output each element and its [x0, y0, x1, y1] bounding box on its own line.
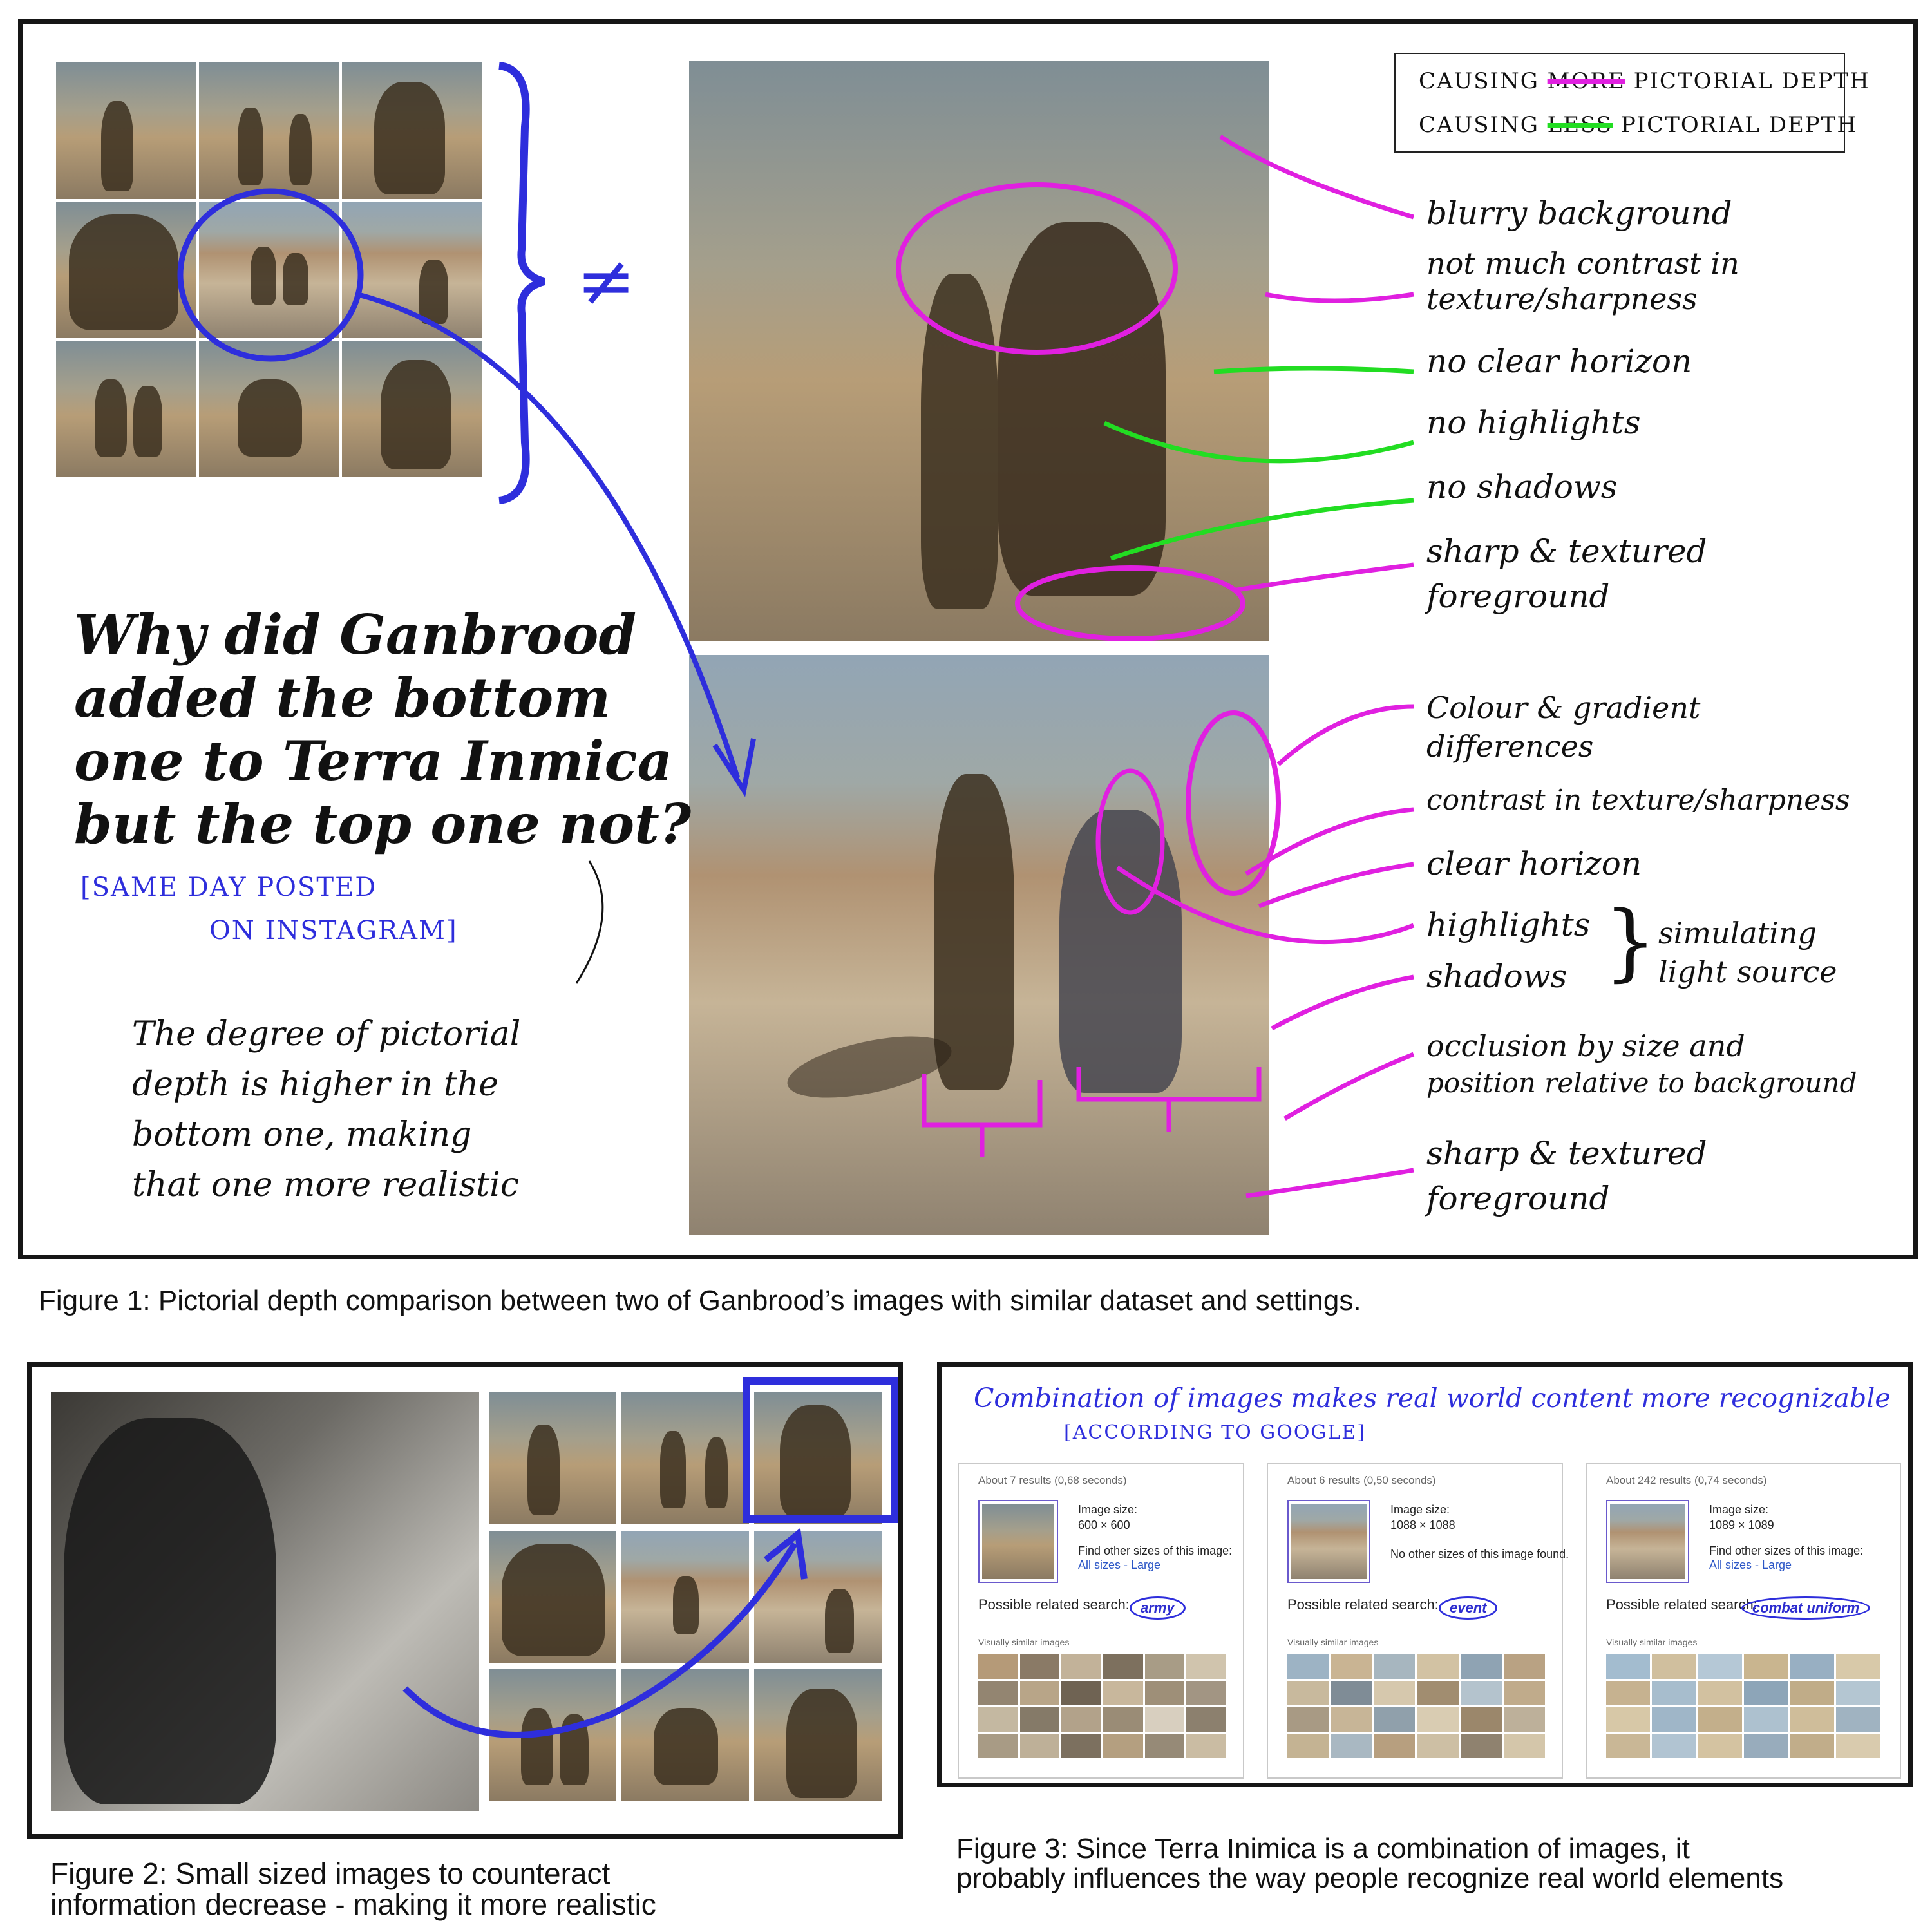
- note-highlights: highlights: [1426, 906, 1591, 943]
- related-search-term[interactable]: army: [1130, 1596, 1186, 1620]
- grid-image: [342, 62, 482, 199]
- figure3-subtitle: [ACCORDING TO GOOGLE]: [1064, 1421, 1366, 1444]
- grid-image: [754, 1669, 882, 1801]
- note-contrast-2: texture/sharpness: [1426, 281, 1698, 316]
- image-size-value: 1089 × 1089: [1709, 1519, 1774, 1531]
- figure-creature: [998, 222, 1166, 596]
- legend-more-row: CAUSING MORE PICTORIAL DEPTH: [1419, 68, 1870, 94]
- source-note-2: ON INSTAGRAM]: [209, 916, 458, 945]
- note-colour-gradient-2: differences: [1426, 729, 1594, 764]
- note-no-shadows: no shadows: [1426, 468, 1618, 506]
- source-note-1: [SAME DAY POSTED: [80, 873, 377, 902]
- note-colour-gradient-1: Colour & gradient: [1426, 690, 1701, 725]
- not-equal-sign: ≠: [576, 240, 636, 322]
- visually-similar-label[interactable]: Visually similar images: [978, 1637, 1069, 1647]
- note-light-source: light source: [1658, 954, 1837, 989]
- result-count: About 6 results (0,50 seconds): [1287, 1474, 1436, 1486]
- figure2-large-image: [51, 1392, 479, 1811]
- grid-image: [199, 341, 339, 477]
- grid-image-highlighted: [199, 202, 339, 338]
- all-sizes-link[interactable]: All sizes - Large: [1078, 1558, 1160, 1572]
- related-search-label: Possible related search:: [1606, 1596, 1757, 1613]
- note-occlusion-1: occlusion by size and: [1426, 1028, 1745, 1063]
- query-thumbnail: [1606, 1500, 1689, 1583]
- image-size-value: 1088 × 1088: [1390, 1519, 1455, 1531]
- image-size-label: Image size:: [1709, 1503, 1769, 1516]
- note-no-clear-horizon: no clear horizon: [1426, 343, 1692, 380]
- grid-image: [754, 1531, 882, 1663]
- grid-image: [342, 341, 482, 477]
- result-count: About 242 results (0,74 seconds): [1606, 1474, 1767, 1486]
- figure1-frame: ≠ CAUSING MORE PICTORIAL DEPTH CAUSING L…: [18, 19, 1918, 1259]
- figure3-frame: Combination of images makes real world c…: [937, 1362, 1913, 1787]
- figure1-thumbnail-grid: [56, 62, 494, 481]
- note-no-highlights: no highlights: [1426, 404, 1641, 441]
- visually-similar-label[interactable]: Visually similar images: [1606, 1637, 1697, 1647]
- grid-image: [621, 1392, 749, 1524]
- search-result-card: About 6 results (0,50 seconds) Image siz…: [1267, 1463, 1569, 1779]
- similar-images-grid: [1606, 1654, 1880, 1758]
- figure3-caption: Figure 3: Since Terra Inimica is a combi…: [956, 1833, 1784, 1894]
- grid-image: [489, 1669, 616, 1801]
- image-size-label: Image size:: [1390, 1503, 1450, 1516]
- figure1-caption: Figure 1: Pictorial depth comparison bet…: [39, 1285, 1361, 1316]
- note-occlusion-2: position relative to background: [1426, 1067, 1857, 1099]
- image-size-label: Image size:: [1078, 1503, 1138, 1516]
- note-contrast-texture: contrast in texture/sharpness: [1426, 784, 1850, 817]
- related-search-term[interactable]: event: [1439, 1596, 1498, 1620]
- legend-more-strike: MORE: [1547, 68, 1625, 94]
- legend-box: CAUSING MORE PICTORIAL DEPTH CAUSING LES…: [1394, 53, 1869, 153]
- grid-image: [621, 1669, 749, 1801]
- note-shadows: shadows: [1426, 958, 1567, 995]
- search-result-card: About 242 results (0,74 seconds) Image s…: [1586, 1463, 1901, 1779]
- figure-creature: [1059, 810, 1182, 1093]
- similar-images-grid: [978, 1654, 1226, 1758]
- note-blurry-background: blurry background: [1426, 194, 1732, 232]
- related-search-label: Possible related search:: [1287, 1596, 1439, 1613]
- grid-image: [199, 62, 339, 199]
- other-sizes: Find other sizes of this image:: [1709, 1544, 1864, 1557]
- note-sharp-textured-1: sharp & textured: [1426, 533, 1707, 570]
- image-size-value: 600 × 600: [1078, 1519, 1130, 1531]
- other-sizes: Find other sizes of this image:: [1078, 1544, 1233, 1557]
- note-sharp-textured-4: foreground: [1426, 1180, 1610, 1217]
- grid-image: [56, 202, 196, 338]
- figure-soldier: [921, 274, 998, 609]
- query-thumbnail: [978, 1500, 1058, 1583]
- question-block: Why did Ganbrood added the bottom one to…: [74, 603, 692, 856]
- figure2-thumbnail-grid: [489, 1392, 888, 1811]
- note-sharp-textured-3: sharp & textured: [1426, 1135, 1707, 1172]
- grid-image: [489, 1392, 616, 1524]
- search-result-card: About 7 results (0,68 seconds) Image siz…: [958, 1463, 1244, 1779]
- figure1-top-image: [689, 61, 1269, 641]
- all-sizes-link[interactable]: All sizes - Large: [1709, 1558, 1792, 1572]
- note-simulating: simulating: [1658, 916, 1817, 951]
- visually-similar-label[interactable]: Visually similar images: [1287, 1637, 1378, 1647]
- related-search-term[interactable]: combat uniform: [1741, 1596, 1871, 1620]
- figure3-title: Combination of images makes real world c…: [974, 1383, 1891, 1414]
- legend-less-strike: LESS: [1547, 112, 1613, 138]
- legend-less-row: CAUSING LESS PICTORIAL DEPTH: [1419, 112, 1858, 138]
- conclusion-block: The degree of pictorial depth is higher …: [132, 1015, 521, 1204]
- figure2-frame: [27, 1362, 903, 1839]
- grid-image-highlighted: [754, 1392, 882, 1524]
- grid-image: [621, 1531, 749, 1663]
- other-sizes: No other sizes of this image found.: [1390, 1548, 1569, 1560]
- figure2-caption: Figure 2: Small sized images to countera…: [50, 1857, 656, 1921]
- note-clear-horizon: clear horizon: [1426, 845, 1642, 882]
- result-count: About 7 results (0,68 seconds): [978, 1474, 1127, 1486]
- related-search-label: Possible related search:: [978, 1596, 1130, 1613]
- similar-images-grid: [1287, 1654, 1545, 1758]
- note-contrast-1: not much contrast in: [1426, 246, 1739, 281]
- note-sharp-textured-2: foreground: [1426, 578, 1610, 615]
- grid-image: [489, 1531, 616, 1663]
- grid-image: [56, 62, 196, 199]
- query-thumbnail: [1287, 1500, 1370, 1583]
- grid-image: [342, 202, 482, 338]
- shadow: [782, 1024, 957, 1110]
- brace-light-source: }: [1604, 893, 1657, 990]
- figure1-bottom-image: [689, 655, 1269, 1235]
- grid-image: [56, 341, 196, 477]
